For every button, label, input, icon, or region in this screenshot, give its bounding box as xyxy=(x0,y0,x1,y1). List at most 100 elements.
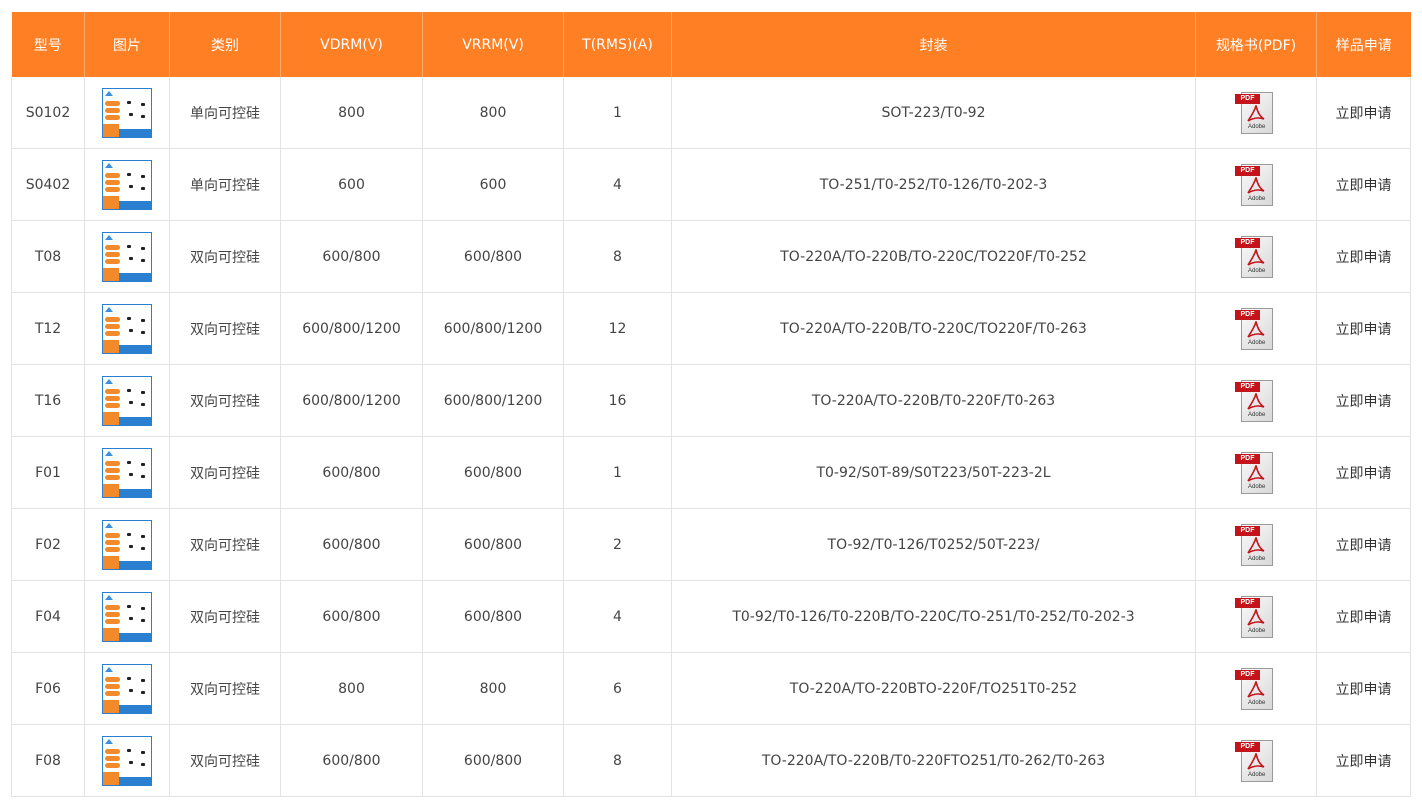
product-image-cell xyxy=(84,580,170,653)
pdf-download-icon[interactable]: PDF Adobe xyxy=(1233,450,1279,496)
pdf-download-icon[interactable]: PDF Adobe xyxy=(1233,90,1279,136)
package-cell: TO-220A/TO-220B/TO-220C/TO220F/T0-252 xyxy=(671,220,1196,293)
product-image-cell xyxy=(84,220,170,293)
product-image-cell xyxy=(84,364,170,437)
col-header-image: 图片 xyxy=(84,12,170,77)
sample-apply-link[interactable]: 立即申请 xyxy=(1336,538,1392,554)
vdrm-cell: 600/800 xyxy=(280,436,423,509)
trms-cell: 2 xyxy=(563,508,672,581)
datasheet-cell: PDF Adobe xyxy=(1195,724,1317,797)
sample-apply-cell: 立即申请 xyxy=(1316,77,1411,149)
sample-apply-link[interactable]: 立即申请 xyxy=(1336,610,1392,626)
product-thumbnail[interactable] xyxy=(102,375,152,426)
product-thumbnail[interactable] xyxy=(102,447,152,498)
acrobat-icon xyxy=(1247,608,1265,626)
model-cell: F02 xyxy=(11,508,85,581)
pdf-tag: PDF xyxy=(1235,741,1260,752)
model-cell: F04 xyxy=(11,580,85,653)
category-cell: 双向可控硅 xyxy=(169,364,281,437)
sample-apply-link[interactable]: 立即申请 xyxy=(1336,250,1392,266)
category-cell: 双向可控硅 xyxy=(169,292,281,365)
sample-apply-link[interactable]: 立即申请 xyxy=(1336,106,1392,122)
package-cell: TO-220A/TO-220BTO-220F/TO251T0-252 xyxy=(671,652,1196,725)
pdf-download-icon[interactable]: PDF Adobe xyxy=(1233,522,1279,568)
datasheet-cell: PDF Adobe xyxy=(1195,580,1317,653)
vrrm-cell: 600/800 xyxy=(422,220,564,293)
sample-apply-link[interactable]: 立即申请 xyxy=(1336,178,1392,194)
model-cell: T12 xyxy=(11,292,85,365)
product-thumbnail[interactable] xyxy=(102,159,152,210)
vrrm-cell: 800 xyxy=(422,77,564,149)
product-image-cell xyxy=(84,436,170,509)
col-header-datasheet: 规格书(PDF) xyxy=(1195,12,1317,77)
pdf-download-icon[interactable]: PDF Adobe xyxy=(1233,306,1279,352)
model-cell: T08 xyxy=(11,220,85,293)
pdf-download-icon[interactable]: PDF Adobe xyxy=(1233,666,1279,712)
package-cell: T0-92/S0T-89/S0T223/50T-223-2L xyxy=(671,436,1196,509)
product-thumbnail[interactable] xyxy=(102,519,152,570)
vrrm-cell: 600/800 xyxy=(422,724,564,797)
pdf-download-icon[interactable]: PDF Adobe xyxy=(1233,594,1279,640)
model-cell: F08 xyxy=(11,724,85,797)
vrrm-cell: 600/800/1200 xyxy=(422,364,564,437)
product-image-cell xyxy=(84,652,170,725)
vrrm-cell: 600/800 xyxy=(422,508,564,581)
trms-cell: 1 xyxy=(563,436,672,509)
pdf-download-icon[interactable]: PDF Adobe xyxy=(1233,738,1279,784)
category-cell: 双向可控硅 xyxy=(169,436,281,509)
table-row: F06 双向可控硅 800 800 6 TO-220A/TO-220BTO-22… xyxy=(11,652,1411,725)
adobe-label: Adobe xyxy=(1248,123,1266,130)
product-image-cell xyxy=(84,508,170,581)
product-thumbnail[interactable] xyxy=(102,303,152,354)
pdf-tag: PDF xyxy=(1235,381,1260,392)
sample-apply-link[interactable]: 立即申请 xyxy=(1336,322,1392,338)
sample-apply-link[interactable]: 立即申请 xyxy=(1336,682,1392,698)
sample-apply-link[interactable]: 立即申请 xyxy=(1336,754,1392,770)
trms-cell: 6 xyxy=(563,652,672,725)
vrrm-cell: 600/800 xyxy=(422,580,564,653)
datasheet-cell: PDF Adobe xyxy=(1195,148,1317,221)
col-header-sample: 样品申请 xyxy=(1316,12,1411,77)
adobe-label: Adobe xyxy=(1248,627,1266,634)
category-cell: 双向可控硅 xyxy=(169,580,281,653)
table-row: F01 双向可控硅 600/800 600/800 1 T0-92/S0T-89… xyxy=(11,436,1411,509)
product-thumbnail[interactable] xyxy=(102,591,152,642)
datasheet-cell: PDF Adobe xyxy=(1195,436,1317,509)
table-header-row: 型号 图片 类别 VDRM(V) VRRM(V) T(RMS)(A) 封装 规格… xyxy=(11,12,1411,77)
pdf-tag: PDF xyxy=(1235,93,1260,104)
vrrm-cell: 600/800 xyxy=(422,436,564,509)
adobe-label: Adobe xyxy=(1248,699,1266,706)
product-image-cell xyxy=(84,724,170,797)
trms-cell: 8 xyxy=(563,724,672,797)
pdf-tag: PDF xyxy=(1235,237,1260,248)
vrrm-cell: 800 xyxy=(422,652,564,725)
category-cell: 双向可控硅 xyxy=(169,652,281,725)
category-cell: 单向可控硅 xyxy=(169,148,281,221)
product-table: 型号 图片 类别 VDRM(V) VRRM(V) T(RMS)(A) 封装 规格… xyxy=(11,12,1411,797)
category-cell: 双向可控硅 xyxy=(169,724,281,797)
acrobat-icon xyxy=(1247,680,1265,698)
vdrm-cell: 600/800 xyxy=(280,580,423,653)
product-thumbnail[interactable] xyxy=(102,663,152,714)
pdf-download-icon[interactable]: PDF Adobe xyxy=(1233,378,1279,424)
product-image-cell xyxy=(84,292,170,365)
trms-cell: 8 xyxy=(563,220,672,293)
sample-apply-cell: 立即申请 xyxy=(1316,436,1411,509)
datasheet-cell: PDF Adobe xyxy=(1195,220,1317,293)
acrobat-icon xyxy=(1247,320,1265,338)
product-image-cell xyxy=(84,148,170,221)
datasheet-cell: PDF Adobe xyxy=(1195,292,1317,365)
col-header-category: 类别 xyxy=(169,12,281,77)
product-thumbnail[interactable] xyxy=(102,87,152,138)
sample-apply-link[interactable]: 立即申请 xyxy=(1336,394,1392,410)
pdf-tag: PDF xyxy=(1235,597,1260,608)
pdf-download-icon[interactable]: PDF Adobe xyxy=(1233,162,1279,208)
model-cell: S0402 xyxy=(11,148,85,221)
pdf-download-icon[interactable]: PDF Adobe xyxy=(1233,234,1279,280)
product-thumbnail[interactable] xyxy=(102,231,152,282)
datasheet-cell: PDF Adobe xyxy=(1195,364,1317,437)
sample-apply-link[interactable]: 立即申请 xyxy=(1336,466,1392,482)
product-thumbnail[interactable] xyxy=(102,735,152,786)
acrobat-icon xyxy=(1247,392,1265,410)
table-row: S0402 单向可控硅 600 600 4 TO-251/T0-252/T0-1… xyxy=(11,148,1411,221)
